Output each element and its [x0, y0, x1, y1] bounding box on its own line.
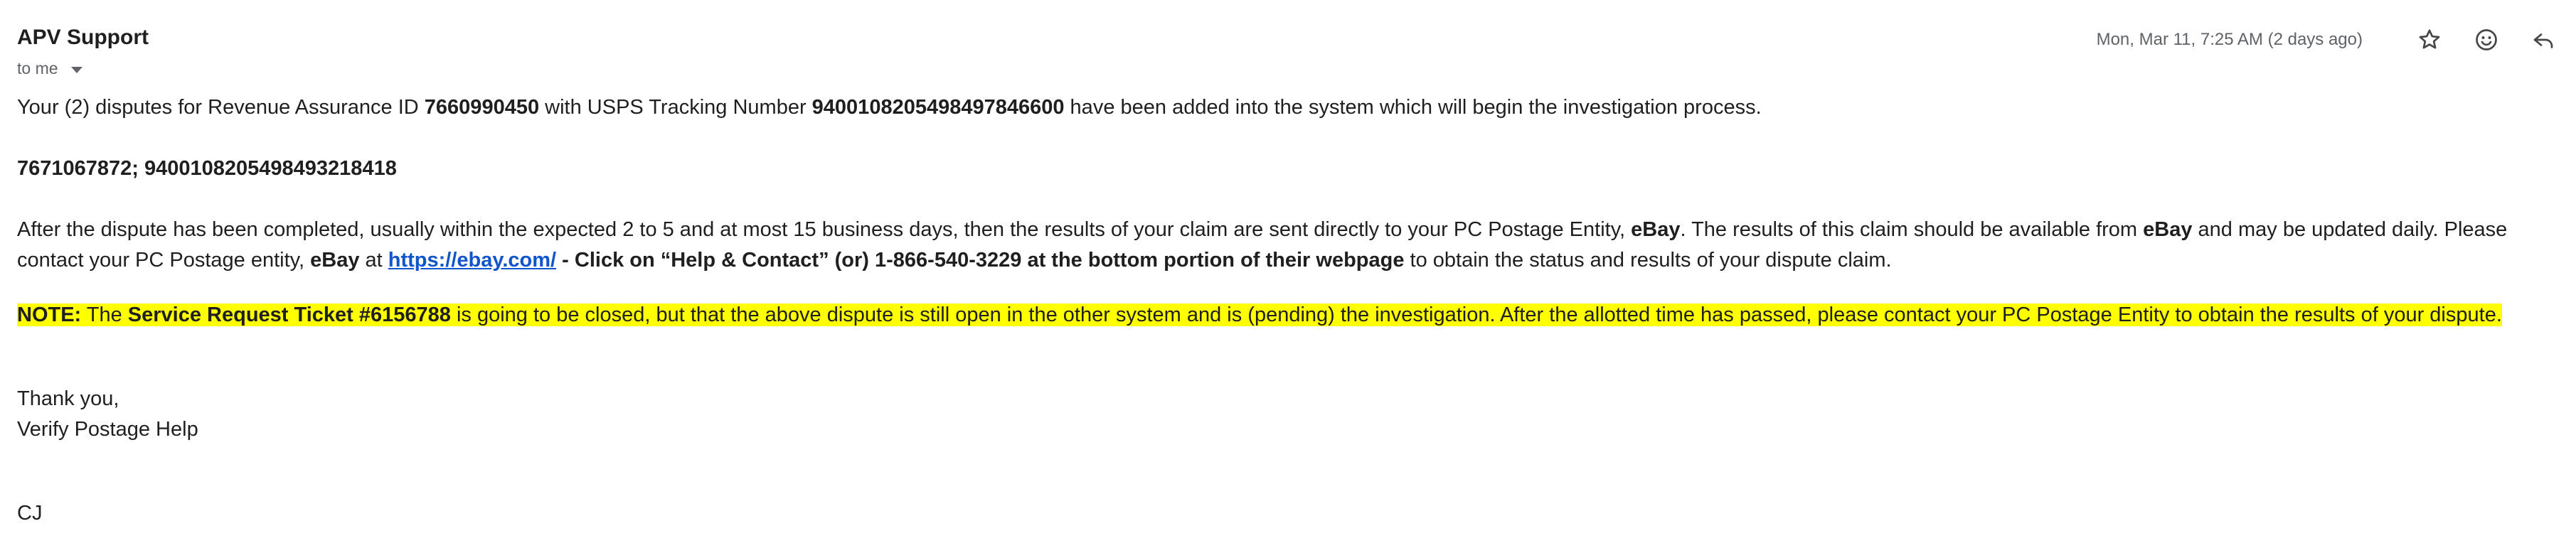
message-body: Your (2) disputes for Revenue Assurance … — [17, 92, 2559, 529]
results-text-2: . The results of this claim should be av… — [1680, 218, 2144, 241]
sender-name[interactable]: APV Support — [17, 26, 149, 50]
results-text-1: After the dispute has been completed, us… — [17, 218, 1632, 241]
emoji-react-icon — [2476, 29, 2497, 50]
intro-text-1: Your (2) disputes for Revenue Assurance … — [17, 96, 425, 119]
dispute-ids: 7671067872; 9400108205498493218418 — [17, 154, 2559, 184]
reply-icon — [2533, 33, 2553, 48]
note-label: NOTE: — [17, 304, 82, 326]
closing: Thank you, — [17, 387, 119, 410]
message-date: Mon, Mar 11, 7:25 AM (2 days ago) — [2096, 30, 2363, 49]
service-ticket: Service Request Ticket #6156788 — [127, 304, 451, 326]
recipient-details-toggle[interactable]: to me — [17, 59, 83, 78]
emoji-react-button[interactable] — [2471, 24, 2502, 55]
revenue-assurance-id: 7660990450 — [424, 96, 540, 119]
message-header: APV Support to me Mon, Mar 11, 7:25 AM (… — [17, 26, 2559, 82]
help-contact-instructions: - Click on “Help & Contact” (or) 1-866-5… — [556, 249, 1405, 272]
results-text-6: to obtain the status and results of your… — [1404, 249, 1892, 272]
intro-text-2: with USPS Tracking Number — [539, 96, 812, 119]
note-paragraph: NOTE: The Service Request Ticket #615678… — [17, 300, 2559, 331]
intro-text-3: have been added into the system which wi… — [1064, 96, 1762, 119]
ebay-mention: eBay — [310, 249, 360, 272]
dispute-ids-text: 7671067872; 9400108205498493218418 — [17, 157, 397, 180]
tracking-number: 9400108205498497846600 — [811, 96, 1065, 119]
chevron-down-icon — [70, 66, 83, 73]
intro-paragraph: Your (2) disputes for Revenue Assurance … — [17, 92, 2559, 123]
message-meta: Mon, Mar 11, 7:25 AM (2 days ago) — [2097, 26, 2559, 54]
recipient-label: to me — [17, 59, 58, 77]
ebay-mention: eBay — [1631, 218, 1681, 241]
ebay-mention: eBay — [2143, 218, 2193, 241]
ebay-link[interactable]: https://ebay.com/ — [388, 249, 556, 272]
note-text-2: is going to be closed, but that the abov… — [450, 304, 2502, 326]
initials: CJ — [17, 502, 43, 525]
results-text-4: at — [359, 249, 388, 272]
results-paragraph: After the dispute has been completed, us… — [17, 215, 2559, 276]
star-button[interactable] — [2414, 24, 2445, 55]
signature: Verify Postage Help — [17, 418, 198, 441]
reply-button[interactable] — [2528, 24, 2559, 55]
note-text-1: The — [81, 304, 128, 326]
star-icon — [2419, 29, 2440, 49]
